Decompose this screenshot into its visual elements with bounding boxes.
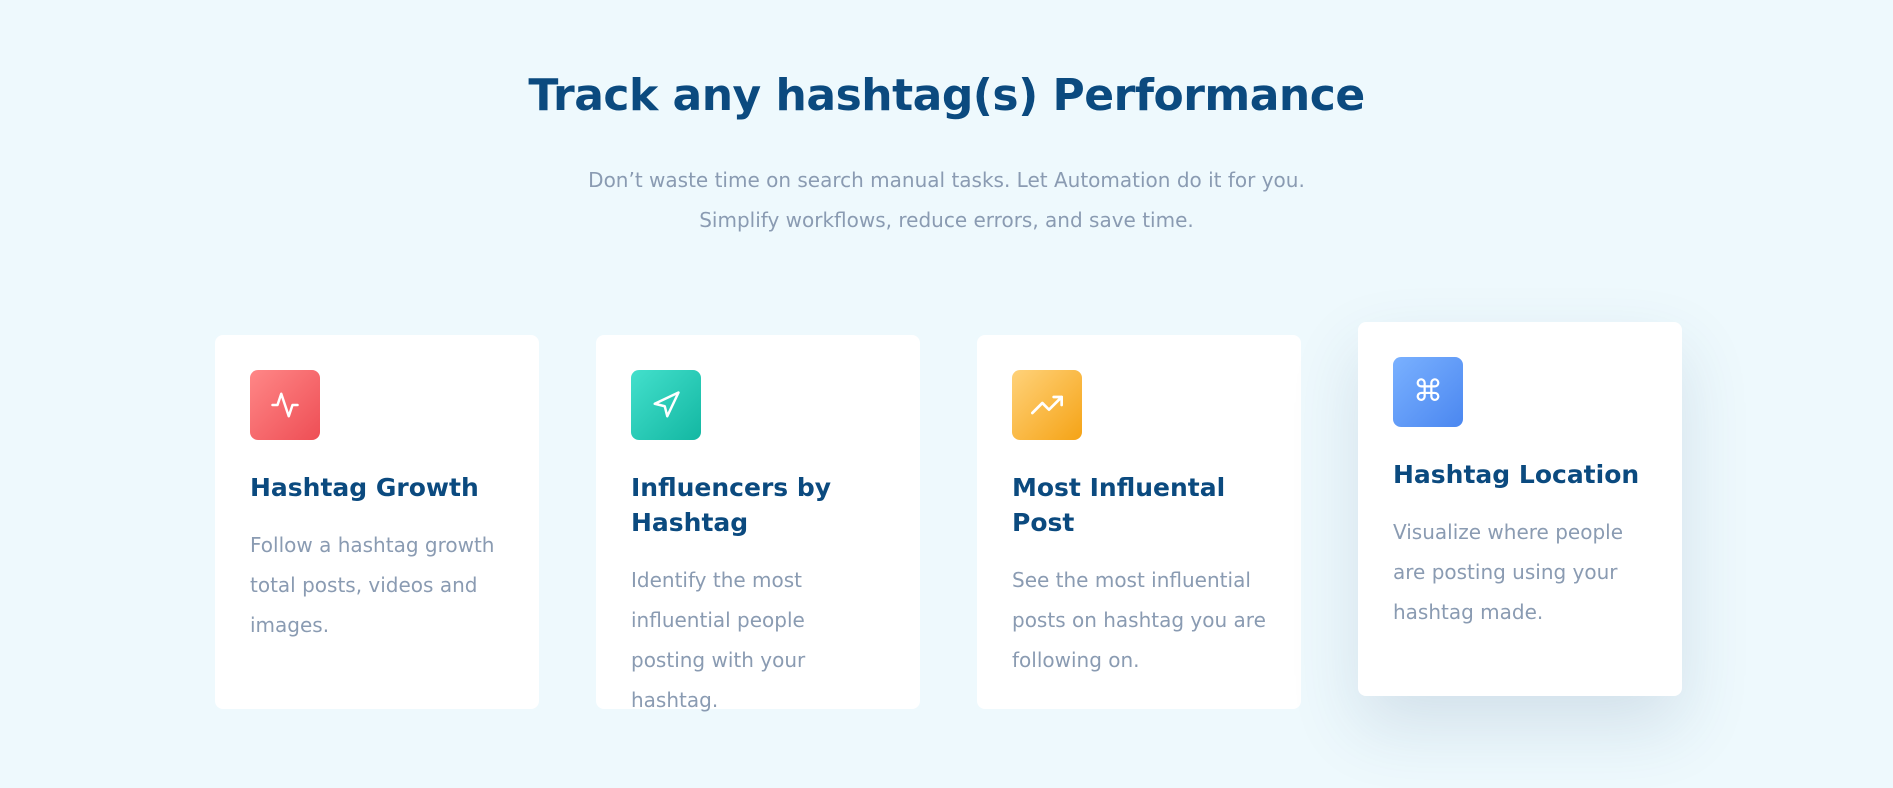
card-description: Follow a hashtag growth total posts, vid… [250, 533, 495, 637]
feature-card-most-influential-post[interactable]: Most Influental Post See the most influe… [977, 335, 1301, 709]
card-title: Influencers by Hashtag [631, 473, 832, 537]
subtitle-line-1: Don’t waste time on search manual tasks.… [588, 168, 1305, 192]
activity-pulse-icon [250, 370, 320, 440]
features-section: Track any hashtag(s) Performance Don’t w… [0, 0, 1893, 788]
card-description: Visualize where people are posting using… [1393, 520, 1623, 624]
card-title: Hashtag Growth [250, 473, 479, 502]
send-navigation-icon [631, 370, 701, 440]
section-title: Track any hashtag(s) Performance [528, 70, 1365, 121]
command-icon: ⌘ [1393, 357, 1463, 427]
card-description: See the most influential posts on hashta… [1012, 568, 1266, 672]
subtitle-line-2: Simplify workflows, reduce errors, and s… [699, 208, 1194, 232]
trending-up-icon [1012, 370, 1082, 440]
section-subtitle: Don’t waste time on search manual tasks.… [0, 160, 1893, 240]
feature-card-influencers[interactable]: Influencers by Hashtag Identify the most… [596, 335, 920, 712]
card-title: Most Influental Post [1012, 473, 1226, 537]
card-description: Identify the most influential people pos… [631, 568, 806, 712]
card-title: Hashtag Location [1393, 460, 1640, 489]
feature-card-hashtag-location[interactable]: ⌘ Hashtag Location Visualize where peopl… [1358, 322, 1682, 696]
feature-card-hashtag-growth[interactable]: Hashtag Growth Follow a hashtag growth t… [215, 335, 539, 709]
command-glyph: ⌘ [1413, 374, 1443, 409]
